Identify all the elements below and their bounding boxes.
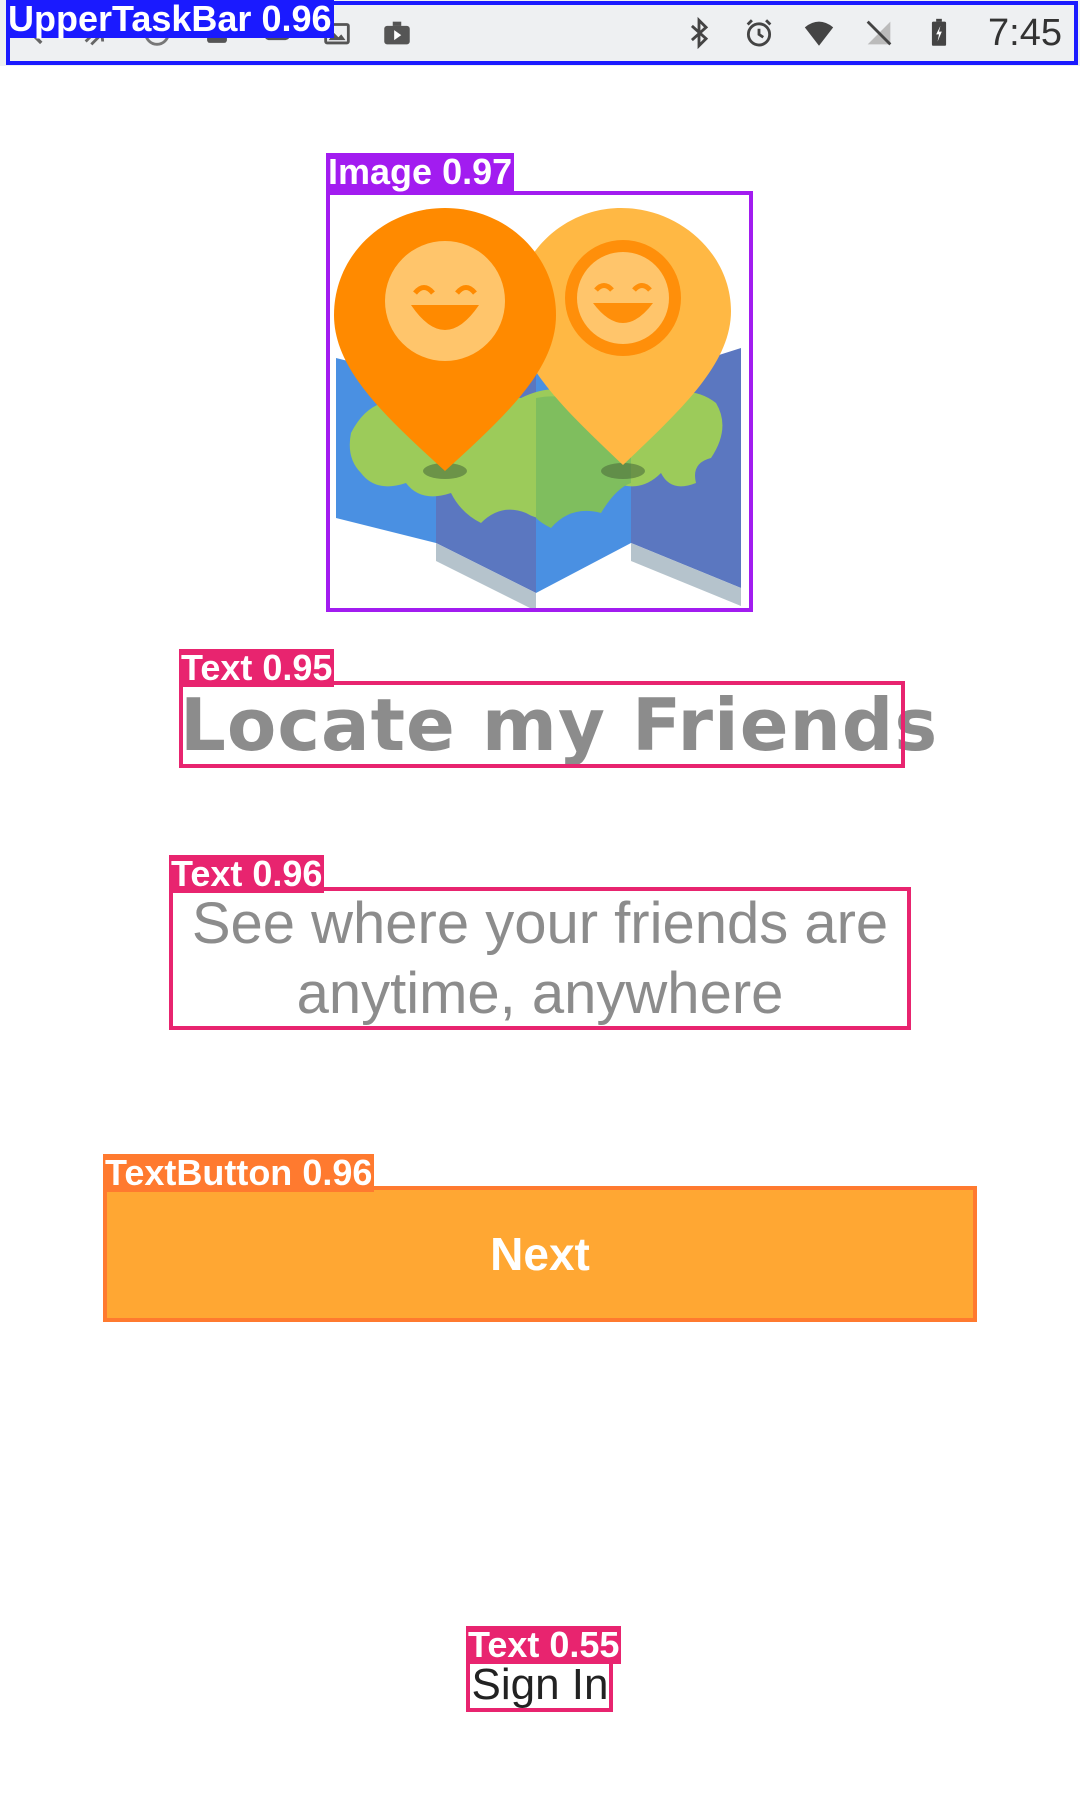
alarm-icon [740,14,778,52]
sign-in-link[interactable]: Sign In [468,1660,612,1710]
status-bar-left [18,14,416,52]
friends-map-image [334,208,741,611]
signal-tool-icon [78,14,116,52]
annotation-tag-image: Image 0.97 [326,151,515,192]
no-signal-icon [860,14,898,52]
hero-map-illustration [331,193,751,613]
page-subtitle: See where your friends are anytime, anyw… [191,891,889,1026]
briefcase-play-icon [378,14,416,52]
next-button[interactable]: Next [104,1187,976,1321]
back-icon [18,14,56,52]
cloud-icon [258,14,296,52]
annotation-tag-subtitle: Text 0.96 [169,853,325,894]
download-icon [198,14,236,52]
status-bar-right: 7:45 [680,12,1062,55]
bluetooth-icon [680,14,718,52]
next-button-label: Next [490,1228,590,1280]
wifi-icon [800,14,838,52]
battery-charging-icon [920,14,958,52]
page-title: Locate my Friends [180,683,939,767]
annotation-tag-signin: Text 0.55 [466,1624,622,1665]
photo-icon [318,14,356,52]
circle-app-icon [138,14,176,52]
status-bar: 7:45 [0,0,1080,66]
status-bar-time: 7:45 [988,11,1062,54]
